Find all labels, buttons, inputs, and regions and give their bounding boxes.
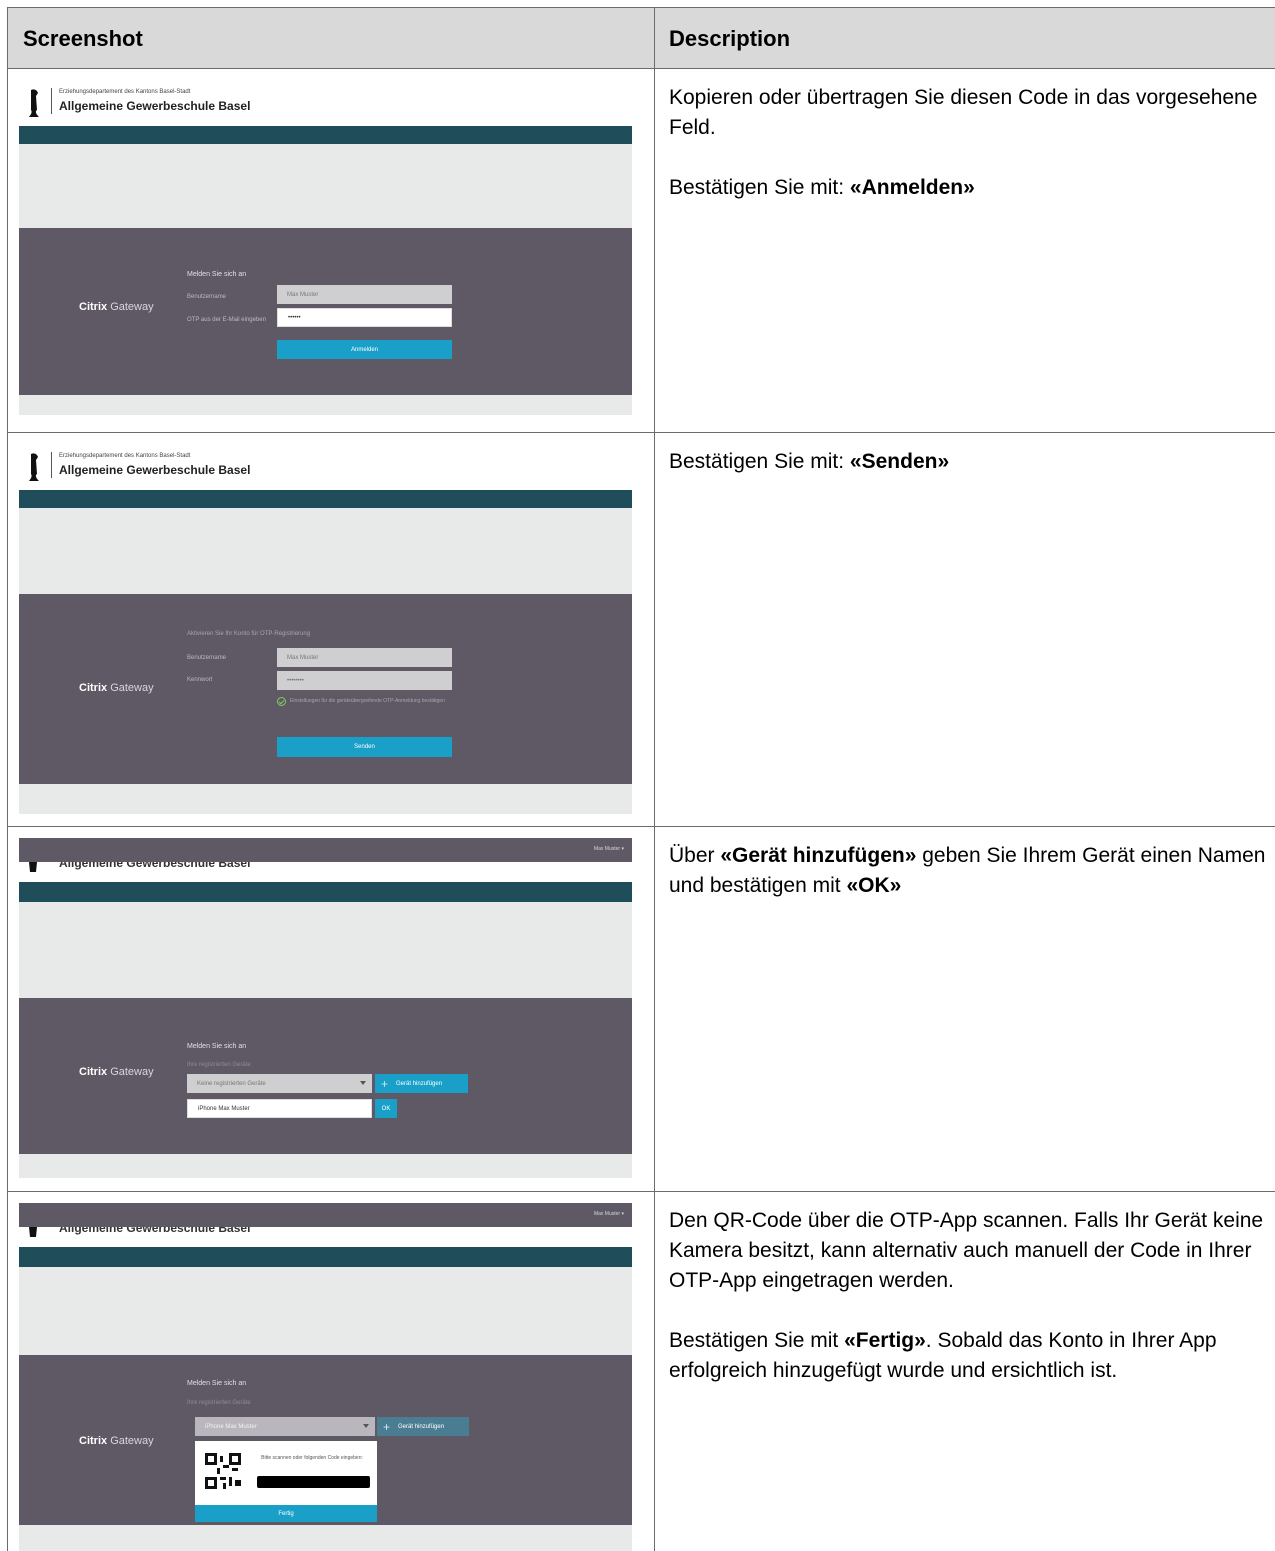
chevron-down-icon: [363, 1424, 369, 1428]
chevron-down-icon: [360, 1081, 366, 1085]
add-device-screenshot: Max Muster ▾ Allgemeine Gewerbeschule Ba…: [19, 838, 632, 1178]
username-input[interactable]: Max Muster: [277, 648, 452, 667]
table-row: Max Muster ▾ Allgemeine Gewerbeschule Ba…: [7, 1192, 1275, 1551]
table-row: Erziehungsdepartement des Kantons Basel-…: [7, 433, 1275, 827]
table-header: Screenshot Description: [7, 7, 1275, 70]
user-menu[interactable]: Max Muster ▾: [594, 1211, 624, 1217]
add-device-button[interactable]: + Gerät hinzufügen: [377, 1417, 469, 1436]
description-text: Den QR-Code über die OTP-App scannen. Fa…: [669, 1209, 1264, 1292]
school-name: Allgemeine Gewerbeschule Basel: [59, 862, 251, 870]
screenshot-cell: Erziehungsdepartement des Kantons Basel-…: [7, 69, 654, 432]
device-select[interactable]: Keine registrierten Geräte: [187, 1074, 372, 1093]
user-menu[interactable]: Max Muster ▾: [594, 846, 624, 852]
basel-crest-icon: [29, 89, 39, 117]
instruction-table: Screenshot Description Erziehungsdeparte…: [7, 7, 1275, 1551]
basel-crest-icon: [29, 862, 37, 872]
citrix-gateway-logo: Citrix Gateway: [79, 301, 154, 313]
qr-code-screenshot: Max Muster ▾ Allgemeine Gewerbeschule Ba…: [19, 1203, 632, 1551]
description-text: Kopieren oder übertragen Sie diesen Code…: [669, 86, 1258, 139]
description-text: Über «Gerät hinzufügen» geben Sie Ihrem …: [669, 844, 1266, 897]
screenshot-cell: Max Muster ▾ Allgemeine Gewerbeschule Ba…: [7, 827, 654, 1191]
add-device-button[interactable]: + Gerät hinzufügen: [375, 1074, 468, 1093]
description-cell: Kopieren oder übertragen Sie diesen Code…: [654, 69, 1275, 432]
description-text: Bestätigen Sie mit: «Anmelden»: [669, 176, 975, 199]
description-cell: Bestätigen Sie mit: «Senden»: [654, 433, 1275, 826]
username-input[interactable]: Max Muster: [277, 285, 452, 304]
qr-panel: Bitte scannen oder folgenden Code eingeb…: [195, 1441, 377, 1505]
ok-button[interactable]: OK: [375, 1099, 397, 1118]
header-description: Description: [669, 26, 791, 51]
citrix-gateway-logo: Citrix Gateway: [79, 1435, 154, 1447]
otp-input[interactable]: ••••••: [277, 308, 452, 327]
citrix-gateway-logo: Citrix Gateway: [79, 1066, 154, 1078]
screenshot-cell: Max Muster ▾ Allgemeine Gewerbeschule Ba…: [7, 1192, 654, 1551]
basel-crest-icon: [29, 1227, 37, 1237]
department-name: Erziehungsdepartement des Kantons Basel-…: [59, 453, 191, 459]
table-row: Erziehungsdepartement des Kantons Basel-…: [7, 69, 1275, 433]
qr-code-icon: [205, 1453, 241, 1489]
school-name: Allgemeine Gewerbeschule Basel: [59, 99, 251, 113]
send-button[interactable]: Senden: [277, 737, 452, 757]
school-name: Allgemeine Gewerbeschule Basel: [59, 463, 251, 477]
basel-crest-icon: [29, 453, 39, 481]
password-input[interactable]: ••••••••: [277, 671, 452, 690]
description-text: Bestätigen Sie mit: «Senden»: [669, 450, 950, 473]
redacted-code: [257, 1476, 370, 1488]
device-name-input[interactable]: iPhone Max Muster: [187, 1099, 372, 1118]
description-text: Bestätigen Sie mit «Fertig». Sobald das …: [669, 1329, 1217, 1382]
device-select[interactable]: iPhone Max Muster: [195, 1417, 375, 1436]
table-row: Max Muster ▾ Allgemeine Gewerbeschule Ba…: [7, 827, 1275, 1192]
description-cell: Über «Gerät hinzufügen» geben Sie Ihrem …: [654, 827, 1275, 1191]
school-name: Allgemeine Gewerbeschule Basel: [59, 1227, 251, 1235]
screenshot-cell: Erziehungsdepartement des Kantons Basel-…: [7, 433, 654, 826]
login-screenshot: Erziehungsdepartement des Kantons Basel-…: [19, 82, 632, 415]
description-cell: Den QR-Code über die OTP-App scannen. Fa…: [654, 1192, 1275, 1551]
done-button[interactable]: Fertig: [195, 1505, 377, 1522]
activation-screenshot: Erziehungsdepartement des Kantons Basel-…: [19, 446, 632, 814]
plus-icon: +: [381, 1076, 389, 1091]
citrix-gateway-logo: Citrix Gateway: [79, 682, 154, 694]
login-button[interactable]: Anmelden: [277, 340, 452, 359]
header-screenshot: Screenshot: [23, 26, 143, 51]
checkmark-icon[interactable]: [277, 697, 286, 706]
plus-icon: +: [383, 1419, 391, 1434]
department-name: Erziehungsdepartement des Kantons Basel-…: [59, 89, 191, 95]
